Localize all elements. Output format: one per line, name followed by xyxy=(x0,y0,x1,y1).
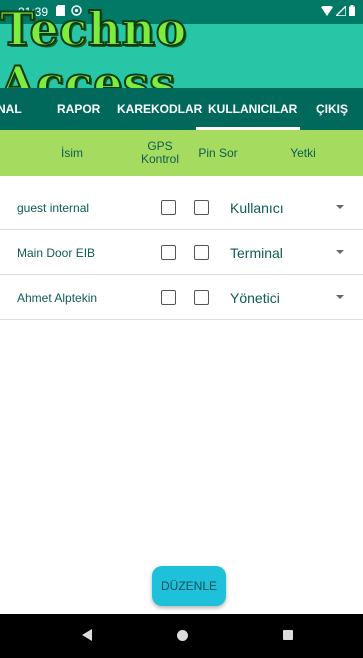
back-icon[interactable] xyxy=(82,629,92,641)
dropdown-arrow-icon[interactable] xyxy=(336,295,344,299)
pin-sor-checkbox[interactable] xyxy=(194,245,209,260)
role-select[interactable]: Kullanıcı xyxy=(230,185,284,230)
gps-kontrol-checkbox[interactable] xyxy=(161,290,176,305)
header-name: İsim xyxy=(61,145,83,160)
system-navigation-bar xyxy=(0,614,363,658)
pin-sor-checkbox[interactable] xyxy=(194,290,209,305)
role-select[interactable]: Terminal xyxy=(230,230,283,275)
recent-apps-icon[interactable] xyxy=(283,630,293,640)
tab-terminal[interactable]: NAL xyxy=(0,88,22,130)
user-name: Main Door EIB xyxy=(17,245,96,260)
gps-kontrol-checkbox[interactable] xyxy=(161,245,176,260)
duzenle-button[interactable]: DÜZENLE xyxy=(152,566,226,606)
header-gps-kontrol: GPS Kontrol xyxy=(140,139,180,166)
table-row: Ahmet Alptekin Yönetici xyxy=(0,275,363,320)
dropdown-arrow-icon[interactable] xyxy=(336,250,344,254)
gps-kontrol-checkbox[interactable] xyxy=(161,200,176,215)
role-select[interactable]: Yönetici xyxy=(230,275,280,320)
app-logo-banner: Techno Access xyxy=(0,1,363,111)
home-icon[interactable] xyxy=(177,630,188,641)
table-row: Main Door EIB Terminal xyxy=(0,230,363,275)
tab-bar: NAL RAPOR KAREKODLAR KULLANICILAR ÇIKIŞ xyxy=(0,88,363,130)
table-header: İsim GPS Kontrol Pin Sor Yetki xyxy=(0,130,363,176)
header-yetki: Yetki xyxy=(290,145,316,160)
tab-cikis[interactable]: ÇIKIŞ xyxy=(316,88,348,130)
user-name: guest internal xyxy=(17,200,90,215)
tab-kullanicilar[interactable]: KULLANICILAR xyxy=(208,88,297,130)
table-row: guest internal Kullanıcı xyxy=(0,185,363,230)
tab-karekodlar[interactable]: KAREKODLAR xyxy=(117,88,202,130)
tab-rapor[interactable]: RAPOR xyxy=(57,88,100,130)
user-list: guest internal Kullanıcı Main Door EIB T… xyxy=(0,185,363,320)
dropdown-arrow-icon[interactable] xyxy=(336,205,344,209)
pin-sor-checkbox[interactable] xyxy=(194,200,209,215)
header-pin-sor: Pin Sor xyxy=(198,145,238,160)
user-name: Ahmet Alptekin xyxy=(17,290,98,305)
